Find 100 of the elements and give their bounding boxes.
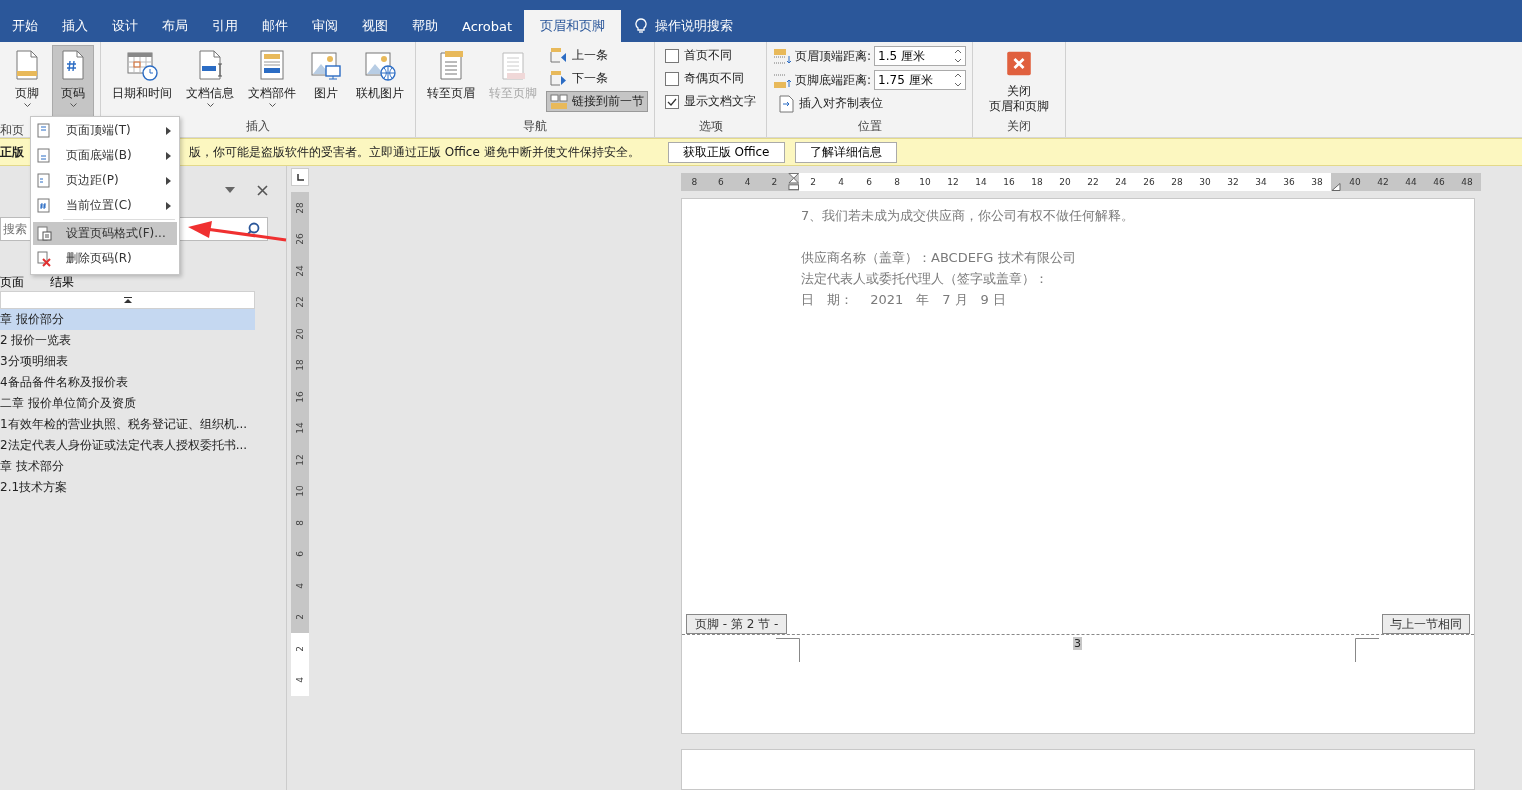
collapse-icon bbox=[123, 297, 132, 303]
checkbox[interactable] bbox=[665, 94, 679, 109]
ribbon-button[interactable]: 插入对齐制表位 bbox=[773, 93, 967, 114]
search-label[interactable]: 操作说明搜索 bbox=[655, 17, 734, 35]
ruler-number: 6 bbox=[717, 176, 725, 189]
document-text: 法定代表人或委托代理人（签字或盖章）： bbox=[801, 270, 1049, 288]
calendar-clock-icon bbox=[126, 49, 158, 81]
ruler-number: 22 bbox=[1086, 176, 1100, 189]
heading-item[interactable]: 章 技术部分 bbox=[0, 456, 255, 477]
ruler-number: 2 bbox=[770, 176, 779, 189]
heading-item[interactable]: 2.1技术方案 bbox=[0, 477, 255, 498]
page-icon bbox=[37, 122, 52, 139]
ribbon-button[interactable]: 日期和时间 bbox=[107, 45, 177, 115]
heading-item[interactable]: 二章 报价单位简介及资质 bbox=[0, 393, 255, 414]
ruler-number: 6 bbox=[295, 551, 305, 558]
group-label: 插入 bbox=[246, 119, 270, 133]
ruler-number: 32 bbox=[1226, 176, 1240, 189]
format-icon bbox=[37, 225, 52, 242]
ribbon-tab[interactable]: 插入 bbox=[50, 10, 100, 42]
spin-arrows-icon bbox=[954, 72, 963, 88]
ruler-number: 28 bbox=[295, 202, 305, 214]
ribbon-button[interactable]: 联机图片 bbox=[351, 45, 409, 115]
ruler-number: 20 bbox=[1058, 176, 1072, 189]
ruler-number: 16 bbox=[295, 391, 305, 403]
checkbox-label: 奇偶页不同 bbox=[684, 70, 744, 87]
heading-item[interactable]: 4备品备件名称及报价表 bbox=[0, 372, 255, 393]
menu-item[interactable]: 页边距(P) bbox=[33, 169, 177, 192]
tab-selector[interactable] bbox=[291, 168, 309, 186]
ribbon-button[interactable]: 文档信息 bbox=[181, 45, 239, 115]
ribbon-tab[interactable]: 页眉和页脚 bbox=[524, 10, 622, 42]
ribbon-button[interactable]: 文档部件 bbox=[243, 45, 301, 115]
page-icon bbox=[37, 197, 52, 214]
ruler-number: 46 bbox=[1432, 176, 1446, 189]
ruler-number: 30 bbox=[1198, 176, 1212, 189]
group-label: 位置 bbox=[857, 119, 882, 133]
heading-item[interactable]: 1有效年检的营业执照、税务登记证、组织机... bbox=[0, 414, 255, 435]
spinner-field[interactable]: 1.5 厘米 bbox=[874, 46, 967, 66]
menu-item[interactable]: 页面底端(B) bbox=[33, 144, 177, 167]
pane-tab[interactable]: 结果 bbox=[50, 273, 74, 291]
ruler-number: 4 bbox=[295, 582, 305, 589]
document-text: 供应商名称（盖章）：ABCDEFG 技术有限公司 bbox=[801, 249, 1077, 267]
ruler-number: 20 bbox=[295, 328, 305, 340]
heading-item[interactable]: 2 报价一览表 bbox=[0, 330, 255, 351]
document-text: 日 期： 2021 年 7 月 9 日 bbox=[801, 291, 1008, 309]
ruler-number: 26 bbox=[295, 233, 305, 245]
ruler-number: 34 bbox=[1254, 176, 1268, 189]
ribbon-tab[interactable]: Acrobat bbox=[450, 10, 525, 42]
menu-item[interactable]: 删除页码(R) bbox=[33, 247, 177, 270]
heading-item[interactable]: 章 报价部分 bbox=[0, 309, 255, 330]
ribbon-button[interactable]: 图片 bbox=[305, 45, 347, 115]
margin-corner-icon bbox=[776, 638, 800, 663]
ruler-number: 12 bbox=[946, 176, 960, 189]
ruler-number: 6 bbox=[865, 176, 873, 189]
ruler-number: 42 bbox=[1376, 176, 1390, 189]
message-button[interactable]: 获取正版 Office bbox=[667, 141, 785, 163]
ribbon-button[interactable]: 链接到前一节 bbox=[546, 91, 648, 112]
menu-item[interactable]: 设置页码格式(F)... bbox=[33, 222, 177, 245]
ribbon-tab[interactable]: 邮件 bbox=[250, 10, 300, 42]
ruler-number: 26 bbox=[1142, 176, 1156, 189]
checkbox-label: 首页不同 bbox=[684, 47, 732, 64]
link-icon bbox=[550, 92, 568, 111]
group-label: 导航 bbox=[523, 119, 547, 133]
menu-item[interactable]: 当前位置(C) bbox=[33, 194, 177, 217]
ribbon-button[interactable]: 下一条 bbox=[546, 68, 648, 89]
ribbon-tab[interactable]: 帮助 bbox=[400, 10, 450, 42]
ruler-number: 2 bbox=[295, 645, 305, 652]
spinner-field[interactable]: 1.75 厘米 bbox=[874, 70, 967, 90]
online-picture-icon bbox=[364, 49, 396, 81]
group-label: 关闭 bbox=[1007, 119, 1032, 133]
delete-icon bbox=[37, 250, 52, 267]
ruler-number: 2 bbox=[295, 614, 305, 621]
ruler-number: 2 bbox=[809, 176, 817, 189]
ribbon-tab[interactable]: 引用 bbox=[200, 10, 250, 42]
menu-item[interactable]: 页面顶端(T) bbox=[33, 119, 177, 142]
ruler-number: 22 bbox=[295, 296, 305, 308]
footer-tag: 页脚 - 第 2 节 - bbox=[686, 614, 788, 635]
pane-tab[interactable]: 页面 bbox=[0, 273, 24, 291]
page-number: 3 bbox=[1073, 637, 1082, 651]
ruler-number: 18 bbox=[295, 359, 305, 371]
ruler-number: 44 bbox=[1404, 176, 1418, 189]
checkbox[interactable] bbox=[665, 71, 679, 86]
footer-distance-icon bbox=[773, 71, 792, 89]
ribbon-tab[interactable]: 视图 bbox=[350, 10, 400, 42]
heading-item[interactable]: 2法定代表人身份证或法定代表人授权委托书... bbox=[0, 435, 255, 456]
header-distance-icon bbox=[773, 47, 792, 65]
ribbon-tab[interactable]: 布局 bbox=[150, 10, 200, 42]
message-button[interactable]: 了解详细信息 bbox=[794, 141, 897, 163]
ribbon-button[interactable]: 上一条 bbox=[546, 45, 648, 66]
ribbon-button[interactable]: 关闭 页眉和页脚 bbox=[979, 45, 1060, 115]
ribbon-tab[interactable]: 开始 bbox=[0, 10, 50, 42]
search-icon bbox=[246, 222, 260, 236]
heading-item[interactable]: 3分项明细表 bbox=[0, 351, 255, 372]
ribbon-button[interactable]: 页脚 bbox=[6, 45, 48, 115]
checkbox[interactable] bbox=[665, 48, 679, 63]
ruler-number: 12 bbox=[295, 454, 305, 466]
ribbon-tab[interactable]: 审阅 bbox=[300, 10, 350, 42]
ruler-number: 16 bbox=[1002, 176, 1016, 189]
ribbon-button[interactable]: 转至页眉 bbox=[422, 45, 480, 115]
ribbon-tab[interactable]: 设计 bbox=[100, 10, 150, 42]
lightbulb-icon bbox=[635, 18, 648, 34]
